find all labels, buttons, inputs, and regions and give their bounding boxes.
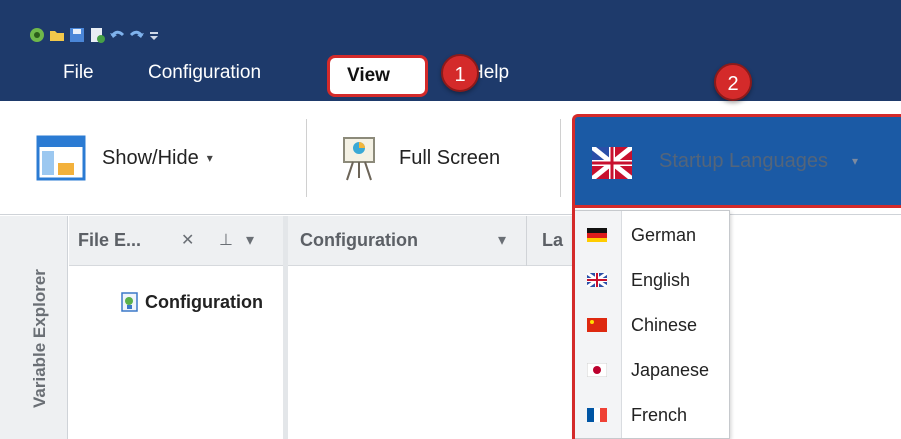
- chevron-down-icon: ▾: [206, 151, 213, 165]
- pane-options-icon[interactable]: ▾: [498, 230, 506, 250]
- show-hide-label: Show/Hide: [102, 146, 199, 169]
- startup-languages-dropdown: German English Chinese Japanese French: [573, 210, 730, 439]
- german-flag-icon: [587, 228, 607, 242]
- language-item-german[interactable]: German: [574, 213, 731, 258]
- highlight-outline: [572, 208, 575, 439]
- english-flag-icon: [586, 271, 608, 289]
- language-label: Chinese: [631, 315, 698, 335]
- full-screen-button[interactable]: Full Screen: [341, 101, 500, 215]
- menu-file[interactable]: File: [63, 62, 94, 84]
- startup-languages-button[interactable]: Startup Languages ▾: [572, 114, 901, 208]
- file-explorer-tab-label: File E...: [78, 230, 142, 250]
- presentation-icon: [341, 134, 377, 182]
- pane-options-icon[interactable]: ▾: [246, 230, 254, 250]
- quick-access-toolbar: [28, 26, 164, 43]
- save-icon[interactable]: [68, 26, 84, 42]
- ribbon-separator: [306, 119, 307, 197]
- menu-view[interactable]: View: [327, 55, 428, 97]
- step-badge-1: 1: [441, 54, 479, 92]
- chevron-down-icon: ▾: [852, 154, 859, 168]
- export-icon[interactable]: [88, 26, 105, 43]
- menu-configuration[interactable]: Configuration: [148, 62, 261, 84]
- show-hide-icon: [36, 135, 86, 181]
- menu-view-label: View: [347, 65, 390, 86]
- language-item-french[interactable]: French: [574, 393, 731, 438]
- app-icon[interactable]: [28, 26, 44, 42]
- redo-icon[interactable]: [128, 26, 144, 42]
- chinese-flag-icon: [587, 318, 607, 332]
- step-badge-2: 2: [714, 63, 752, 101]
- full-screen-label: Full Screen: [399, 146, 501, 169]
- configuration-file-icon: [121, 292, 139, 312]
- variable-explorer-sidebar[interactable]: Variable Explorer: [0, 216, 68, 439]
- japanese-flag-icon: [586, 362, 608, 378]
- tree-item-configuration[interactable]: Configuration: [121, 290, 263, 314]
- configuration-tab[interactable]: Configuration ▾ La: [288, 216, 573, 266]
- open-folder-icon[interactable]: [48, 26, 64, 42]
- flags-icon: [590, 145, 634, 181]
- next-tab-label[interactable]: La: [542, 230, 563, 251]
- ribbon-separator: [560, 119, 561, 197]
- tab-divider: [526, 216, 527, 266]
- show-hide-button[interactable]: Show/Hide ▾: [36, 101, 213, 215]
- configuration-tab-label: Configuration: [300, 230, 418, 250]
- startup-languages-label: Startup Languages: [659, 150, 829, 172]
- variable-explorer-label: Variable Explorer: [30, 269, 49, 408]
- french-flag-icon: [587, 408, 607, 422]
- file-explorer-tab[interactable]: File E... ✕ ⊥ ▾: [69, 216, 283, 266]
- language-label: Japanese: [631, 360, 710, 380]
- close-icon[interactable]: ✕: [181, 230, 194, 250]
- tree-item-label: Configuration: [145, 291, 263, 312]
- language-label: German: [631, 225, 697, 245]
- language-item-english[interactable]: English: [574, 258, 731, 303]
- language-item-chinese[interactable]: Chinese: [574, 303, 731, 348]
- undo-icon[interactable]: [108, 26, 125, 42]
- language-label: English: [631, 270, 691, 290]
- customize-toolbar-icon[interactable]: [148, 26, 164, 42]
- language-label: French: [631, 405, 688, 425]
- pin-icon[interactable]: ⊥: [219, 230, 233, 250]
- language-item-japanese[interactable]: Japanese: [574, 348, 731, 393]
